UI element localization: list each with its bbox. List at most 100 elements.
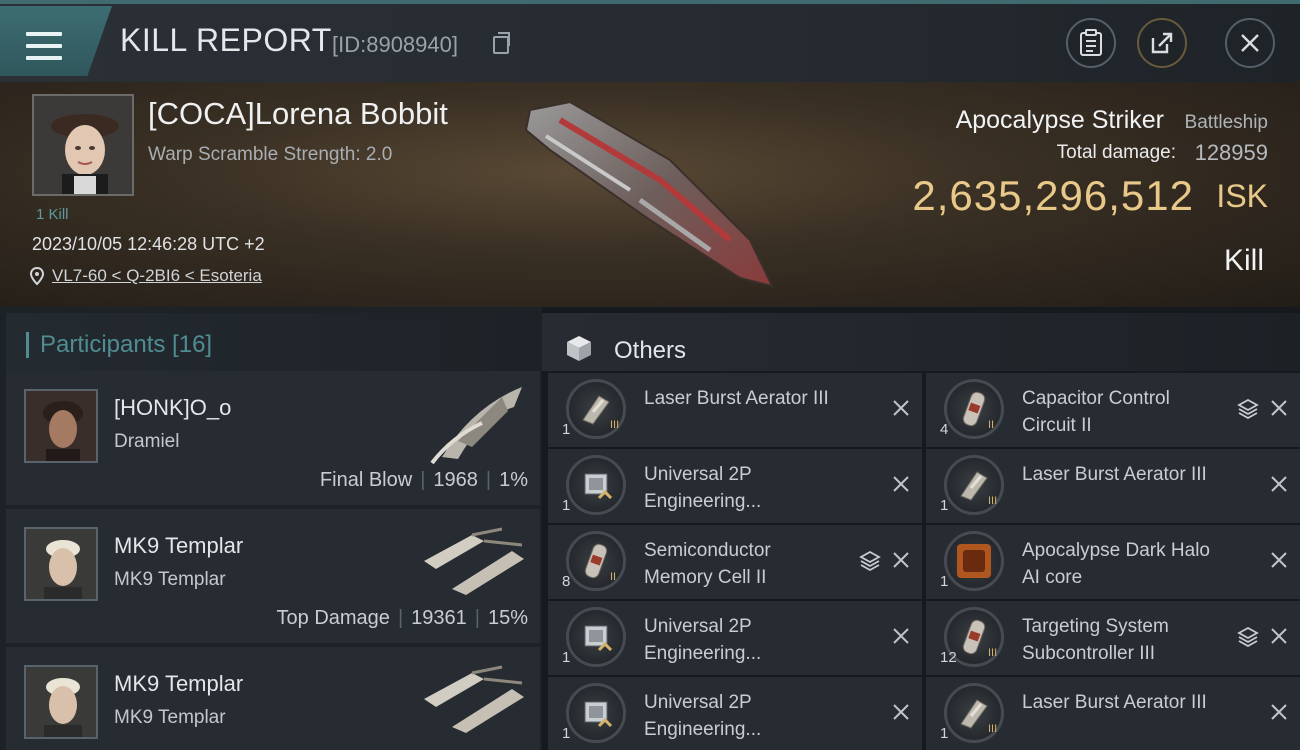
clipboard-button[interactable] (1066, 18, 1116, 68)
others-header: Others (542, 313, 1300, 371)
participant-row[interactable]: MK9 Templar MK9 Templar Top Damage | 193… (6, 509, 540, 643)
victim-kill-count: 1 Kill (36, 206, 69, 223)
participant-stats: Final Blow | 1968 | 1% (320, 469, 528, 492)
report-type: Kill (1223, 244, 1264, 277)
hamburger-menu-icon (26, 32, 62, 60)
participant-name[interactable]: MK9 Templar (114, 533, 243, 559)
participant-ship: Dramiel (114, 431, 180, 452)
item-quantity: 12 (940, 649, 957, 666)
kill-datetime: 2023/10/05 12:46:28 UTC +2 (32, 234, 265, 254)
participant-ship: MK9 Templar (114, 569, 226, 590)
loot-item[interactable]: III 12 Targeting System Subcontroller III (926, 601, 1300, 675)
meta-level-badge: III (610, 419, 620, 431)
total-damage-label: Total damage: (1056, 142, 1176, 163)
loot-item[interactable]: 1 Universal 2P Engineering... (548, 449, 922, 523)
victim-ship-class: Battleship (1184, 112, 1268, 133)
destroyed-x-icon (1271, 476, 1287, 492)
participant-row[interactable]: [HONK]O_o Dramiel Final Blow | 1968 | 1% (6, 371, 540, 505)
participant-avatar[interactable] (24, 527, 98, 601)
participant-damage: 1968 (433, 469, 478, 491)
item-quantity: 1 (940, 573, 949, 590)
loot-item[interactable]: 1 Universal 2P Engineering... (548, 677, 922, 750)
participant-avatar[interactable] (24, 665, 98, 739)
item-quantity: 1 (562, 497, 571, 514)
loot-item[interactable]: II 4 Capacitor Control Circuit II (926, 373, 1300, 447)
participant-ship-render (424, 665, 524, 733)
loot-item[interactable]: 1 Apocalypse Dark Halo AI core (926, 525, 1300, 599)
rig-item-icon (944, 379, 1004, 439)
stats-divider: | (474, 607, 480, 629)
destroyed-x-icon (893, 476, 909, 492)
header-bar: KILL REPORT [ID:8908940] (0, 0, 1300, 82)
participant-ship: MK9 Templar (114, 707, 226, 728)
stack-layers-icon[interactable] (1236, 397, 1260, 421)
loot-item[interactable]: III 1 Laser Burst Aerator III (926, 677, 1300, 750)
participant-percent: 1% (499, 469, 528, 491)
item-name: Capacitor Control Circuit II (1022, 388, 1170, 436)
item-name: Laser Burst Aerator III (1022, 692, 1207, 713)
stats-divider: | (420, 469, 426, 491)
victim-ship-render (524, 100, 774, 288)
item-quantity: 1 (562, 649, 571, 666)
close-icon (1241, 34, 1259, 52)
loot-item[interactable]: 1 Universal 2P Engineering... (548, 601, 922, 675)
item-quantity: 1 (562, 421, 571, 438)
victim-avatar[interactable] (32, 94, 134, 196)
chip-item-icon (566, 683, 626, 743)
item-name: Universal 2P Engineering... (644, 616, 762, 664)
portrait-icon (26, 667, 96, 737)
destroyed-x-icon (1271, 552, 1287, 568)
stack-layers-icon[interactable] (858, 549, 882, 573)
item-quantity: 1 (940, 497, 949, 514)
participants-title: Participants [16] (40, 331, 213, 358)
destroyed-x-icon (893, 628, 909, 644)
others-panel: Others III 1 Laser Burst Aerator III II 4 Cap… (542, 307, 1300, 750)
participant-ship-render (424, 527, 524, 595)
item-name: Universal 2P Engineering... (644, 464, 762, 512)
destroyed-x-icon (893, 704, 909, 720)
chip-item-icon (566, 455, 626, 515)
loot-item[interactable]: III 1 Laser Burst Aerator III (926, 449, 1300, 523)
copy-icon[interactable] (493, 32, 510, 54)
participant-name[interactable]: MK9 Templar (114, 671, 243, 697)
clipboard-icon (1080, 29, 1102, 56)
loot-item[interactable]: II 8 Semiconductor Memory Cell II (548, 525, 922, 599)
rig-item-icon (566, 531, 626, 591)
menu-button[interactable] (0, 6, 112, 76)
participant-avatar[interactable] (24, 389, 98, 463)
participant-ship-render (430, 387, 522, 465)
portrait-icon (26, 391, 96, 461)
isk-unit: ISK (1216, 178, 1268, 214)
total-damage-value: 128959 (1194, 140, 1268, 165)
meta-level-badge: II (988, 419, 995, 431)
participant-row[interactable]: MK9 Templar MK9 Templar (6, 647, 540, 750)
stats-divider: | (485, 469, 492, 491)
kill-location[interactable]: VL7-60 < Q-2BI6 < Esoteria (30, 266, 262, 286)
participant-name[interactable]: [HONK]O_o (114, 395, 231, 421)
item-name: Semiconductor Memory Cell II (644, 540, 771, 588)
loot-item[interactable]: III 1 Laser Burst Aerator III (548, 373, 922, 447)
location-pin-icon (30, 267, 44, 285)
destroyed-x-icon (893, 400, 909, 416)
participant-role: Final Blow (319, 469, 413, 491)
item-name: Universal 2P Engineering... (644, 692, 762, 740)
item-quantity: 1 (562, 725, 571, 742)
participants-header: Participants [16] (6, 313, 540, 371)
victim-name[interactable]: [COCA]Lorena Bobbit (148, 96, 448, 132)
location-link[interactable]: VL7-60 < Q-2BI6 < Esoteria (52, 266, 262, 286)
destroyed-x-icon (1271, 704, 1287, 720)
share-button[interactable] (1137, 18, 1187, 68)
item-quantity: 4 (940, 421, 949, 438)
stack-layers-icon[interactable] (1236, 625, 1260, 649)
participant-damage: 19361 (411, 607, 467, 629)
meta-level-badge: III (988, 723, 998, 735)
meta-level-badge: II (610, 571, 617, 583)
victim-ship-name[interactable]: Apocalypse Striker (956, 106, 1164, 135)
item-name: Targeting System Subcontroller III (1022, 616, 1169, 664)
report-id: [ID:8908940] (332, 32, 458, 57)
close-button[interactable] (1225, 18, 1275, 68)
chip-item-icon (566, 607, 626, 667)
participant-stats: Top Damage | 19361 | 15% (277, 607, 528, 630)
item-name: Laser Burst Aerator III (644, 388, 829, 409)
participant-percent: 15% (487, 607, 528, 629)
